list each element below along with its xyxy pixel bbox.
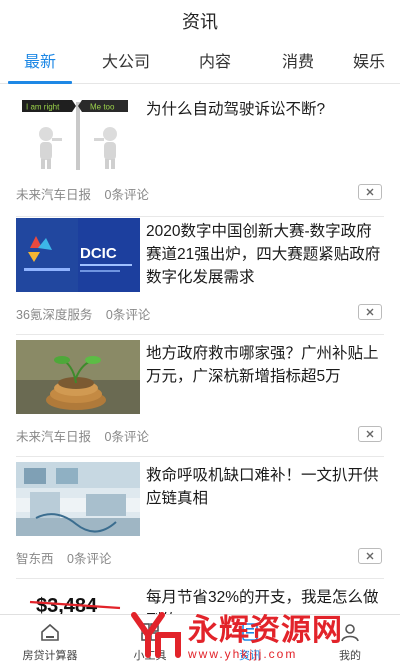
- dismiss-button[interactable]: [358, 548, 382, 564]
- article-card[interactable]: 地方政府救市哪家强？广州补贴上万元，广深杭新增指标超5万 未来汽车日报 0条评论: [16, 340, 384, 450]
- tab-label: 内容: [198, 53, 231, 71]
- article-meta: 36氪深度服务 0条评论: [16, 304, 150, 323]
- divider: [16, 456, 384, 457]
- signpost-thumbnail: I am right Me too: [16, 96, 140, 170]
- article-meta: 智东西 0条评论: [16, 548, 111, 567]
- article-title[interactable]: 为什么自动驾驶诉讼不断?: [146, 98, 384, 121]
- dismiss-button[interactable]: [358, 304, 382, 320]
- article-meta: 未来汽车日报 0条评论: [16, 184, 149, 203]
- article-source: 智东西: [16, 552, 54, 566]
- watermark-text: 永辉资源网: [188, 613, 343, 648]
- comment-count: 0条评论: [104, 188, 149, 202]
- tab-big-companies[interactable]: 大公司: [80, 42, 172, 84]
- news-feed[interactable]: I am right Me too 为什么自动驾驶诉讼不断? 未来汽车日报 0条…: [0, 84, 400, 614]
- tab-label: 最新: [23, 53, 56, 71]
- article-title[interactable]: 2020数字中国创新大赛-数字政府赛道21强出炉，四大赛题紧贴政府数字化发展需求: [146, 220, 384, 289]
- close-icon: [366, 188, 374, 196]
- title-bar: 资讯: [0, 0, 400, 42]
- article-card[interactable]: I am right Me too 为什么自动驾驶诉讼不断? 未来汽车日报 0条…: [16, 96, 384, 206]
- comment-count: 0条评论: [105, 308, 151, 322]
- sign-left-text: I am right: [26, 103, 60, 112]
- comment-count: 0条评论: [104, 430, 149, 444]
- close-icon: [366, 552, 374, 560]
- tab-label: 大公司: [101, 53, 150, 71]
- nav-mortgage-calculator[interactable]: 房贷计算器: [0, 615, 100, 666]
- category-tabs: 最新 大公司 内容 消费 娱乐: [0, 42, 400, 84]
- house-icon: [38, 620, 62, 644]
- tab-label: 娱乐: [352, 53, 385, 71]
- close-icon: [366, 308, 374, 316]
- coins-thumbnail: [16, 340, 140, 414]
- article-title[interactable]: 地方政府救市哪家强？广州补贴上万元，广深杭新增指标超5万: [146, 342, 384, 388]
- article-source: 未来汽车日报: [16, 430, 92, 444]
- watermark-url: www.yhkjjj.com: [188, 647, 298, 661]
- nav-label: 房贷计算器: [22, 650, 78, 662]
- article-source: 36氪深度服务: [16, 308, 93, 322]
- divider: [16, 216, 384, 217]
- dcic-thumbnail: DCIC: [16, 218, 140, 292]
- sign-right-text: Me too: [90, 103, 115, 112]
- comment-count: 0条评论: [67, 552, 112, 566]
- divider: [16, 334, 384, 335]
- watermark-logo-icon: [131, 612, 181, 658]
- tab-label: 消费: [281, 53, 314, 71]
- article-meta: 未来汽车日报 0条评论: [16, 426, 149, 445]
- close-icon: [366, 430, 374, 438]
- hospital-thumbnail: [16, 462, 140, 536]
- article-card[interactable]: 救命呼吸机缺口难补！一文扒开供应链真相 智东西 0条评论: [16, 462, 384, 572]
- article-title[interactable]: 救命呼吸机缺口难补！一文扒开供应链真相: [146, 464, 384, 510]
- page-title: 资讯: [182, 12, 218, 32]
- tab-content[interactable]: 内容: [172, 42, 258, 84]
- article-card[interactable]: DCIC 2020数字中国创新大赛-数字政府赛道21强出炉，四大赛题紧贴政府数字…: [16, 218, 384, 328]
- price-thumbnail: $3,484: [16, 584, 140, 614]
- tab-consumer[interactable]: 消费: [258, 42, 338, 84]
- divider: [16, 578, 384, 579]
- tab-latest[interactable]: 最新: [0, 42, 80, 84]
- article-source: 未来汽车日报: [16, 188, 92, 202]
- tab-entertainment[interactable]: 娱乐: [338, 42, 400, 84]
- dismiss-button[interactable]: [358, 426, 382, 442]
- dcic-logo-text: DCIC: [80, 245, 117, 262]
- dismiss-button[interactable]: [358, 184, 382, 200]
- watermark: 永辉资源网 www.yhkjjj.com: [128, 600, 400, 666]
